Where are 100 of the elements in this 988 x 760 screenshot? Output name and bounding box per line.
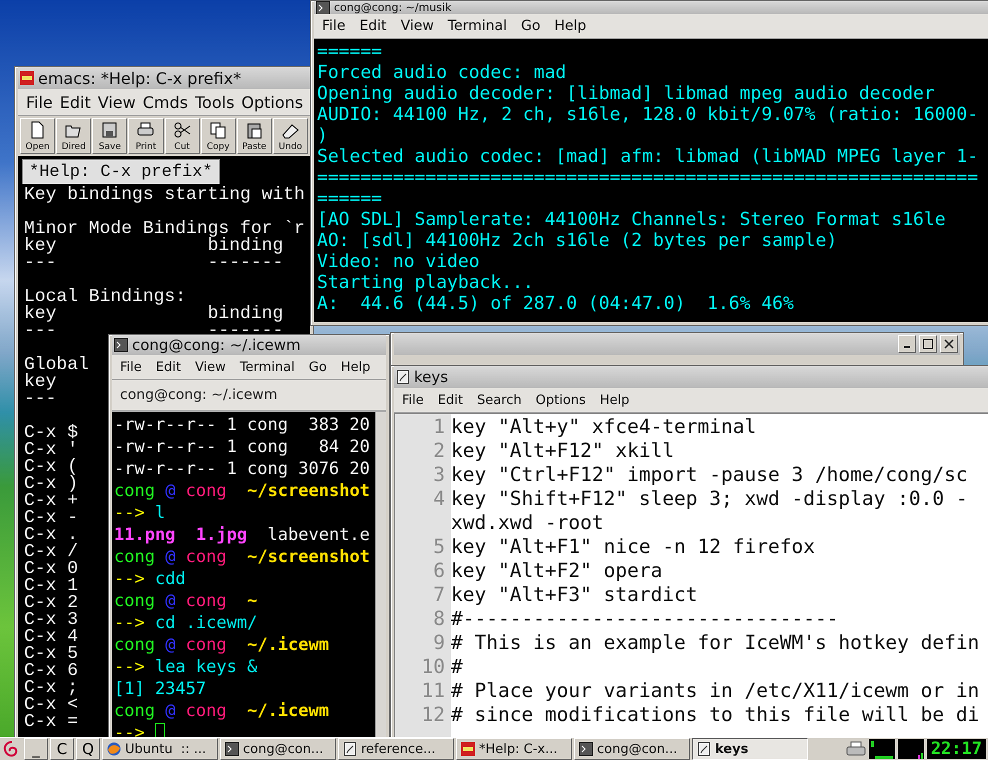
toolbar-button[interactable]: Paste [236,118,272,154]
help-text-line: C-x ' [24,442,78,459]
toolbar-button[interactable]: Print [128,118,164,154]
window-title: emacs: *Help: C-x prefix* [38,68,242,88]
help-text-line: C-x 5 [24,646,78,663]
menu-item[interactable]: Go [520,18,540,34]
copy-icon [208,121,228,140]
maximize-icon [923,339,933,349]
menu-item[interactable]: Terminal [240,360,295,374]
menu-item[interactable]: Edit [359,18,387,34]
menu-item[interactable]: Options [241,92,304,112]
prompt-host: cong [186,590,227,612]
help-text-line: key [24,374,56,391]
app-icon [461,742,475,756]
menu-item[interactable]: View [98,92,136,112]
prompt-user: cong [114,700,155,722]
taskbar-task[interactable]: keys [692,738,808,760]
menu-item[interactable]: Edit [60,92,91,112]
help-text-line: C-x + [24,493,78,510]
terminal-line: ====== [317,188,382,209]
menu-item[interactable]: View [194,360,226,374]
menu-item[interactable]: Cmds [142,92,188,112]
help-text-line: key binding [24,238,284,255]
help-text-line: C-x 2 [24,595,78,612]
terminal-tab[interactable]: cong@cong: ~/.icewm [120,387,278,403]
menu-item[interactable]: Search [476,392,522,408]
prompt-user: cong [114,634,155,656]
taskbar-task[interactable]: cong@con... [220,738,336,760]
code-line: #-------------------------------- [451,606,838,630]
terminal-icon [316,1,330,14]
toolbar-button[interactable]: Cut [164,118,200,154]
help-text-line: C-x 3 [24,612,78,629]
quick-launch-button[interactable]: _ [24,738,48,760]
prompt-arrow: --> [114,722,145,737]
menu-item[interactable]: Help [554,18,586,34]
toolbar-button[interactable]: Copy [200,118,236,154]
terminal-line: AO: [sdl] 44100Hz 2ch s16le (2 bytes per sample) [317,230,838,251]
menu-item[interactable]: Options [536,392,586,408]
file-name: 1.jpg [196,524,248,546]
buffer-tab[interactable]: *Help: C-x prefix* [22,159,220,184]
prompt-path: ~/screenshot [247,546,370,568]
document-icon [343,742,357,756]
maximize-button[interactable] [919,335,937,353]
window-title: cong@cong: ~/musik [334,1,452,14]
toolbar-button[interactable]: Open [20,118,56,154]
scissors-icon [172,121,192,140]
toolbar-button[interactable]: Save [92,118,128,154]
menu-item[interactable]: File [120,360,142,374]
code-line: # since modifications to this file will be di [451,702,980,726]
menu-item[interactable]: Edit [438,392,463,408]
window-title: keys [414,368,448,386]
menu-item[interactable]: Go [308,360,327,374]
terminal-line: AUDIO: 44100 Hz, 2 ch, s16le, 128.0 kbit/9.07% (ratio: 16000- [317,104,978,125]
command-text: cd .icewm/ [154,612,258,634]
quick-launch-button[interactable]: C [50,738,74,760]
help-text-line: C-x ( [24,459,78,476]
taskbar-task[interactable]: reference... [338,738,454,760]
menu-item[interactable]: Help [340,360,370,374]
taskbar-task[interactable]: cong@con... [574,738,690,760]
line-number: 4 [432,486,446,510]
prompt-arrow: --> [114,502,145,524]
help-text-line: C-x $ [24,425,78,442]
menu-item[interactable]: View [400,18,434,34]
close-button[interactable] [940,335,958,353]
code-line: key "Shift+F12" sleep 3; xwd -display :0.0 - [451,486,968,510]
printer-icon [846,741,866,757]
prompt-at: @ [165,700,176,722]
line-number: 9 [432,630,446,654]
help-text-line: C-x 0 [24,561,78,578]
line-number: 2 [432,438,446,462]
menu-item[interactable]: File [322,18,346,34]
file-name: 11.png [114,524,176,546]
terminal-line: Starting playback... [317,272,534,293]
menu-item[interactable]: File [402,392,424,408]
help-text-line: C-x = [24,714,78,731]
menu-item[interactable]: Help [600,392,630,408]
taskbar-task[interactable]: Ubuntu :: ... [102,738,218,760]
menu-item[interactable]: Edit [156,360,181,374]
code-line: key "Ctrl+F12" import -pause 3 /home/cong/sc [451,462,968,486]
taskbar-task[interactable]: *Help: C-x... [456,738,572,760]
menu-item[interactable]: Terminal [448,18,507,34]
line-number: 7 [432,582,446,606]
line-number: 1 [432,414,446,438]
menu-item[interactable]: Tools [194,92,234,112]
menu-item[interactable]: File [26,92,53,112]
help-text-line: Key bindings starting with [24,187,305,204]
help-text-line: key binding [24,306,284,323]
terminal-line: -rw-r--r-- 1 cong 3076 20 [114,458,370,480]
toolbar-button[interactable]: Undo [272,118,308,154]
terminal-line: Video: no video [317,251,480,272]
line-number: 5 [432,534,446,558]
help-text-line: Global [24,357,89,374]
toolbar-button[interactable]: Dired [56,118,92,154]
scrollbar[interactable] [375,412,386,737]
document-icon [396,370,410,384]
prompt-user: cong [114,480,155,502]
minimize-button[interactable] [898,335,916,353]
prompt-user: cong [114,546,155,568]
swirl-icon [3,740,19,758]
quick-launch-button[interactable]: Q [76,738,100,760]
